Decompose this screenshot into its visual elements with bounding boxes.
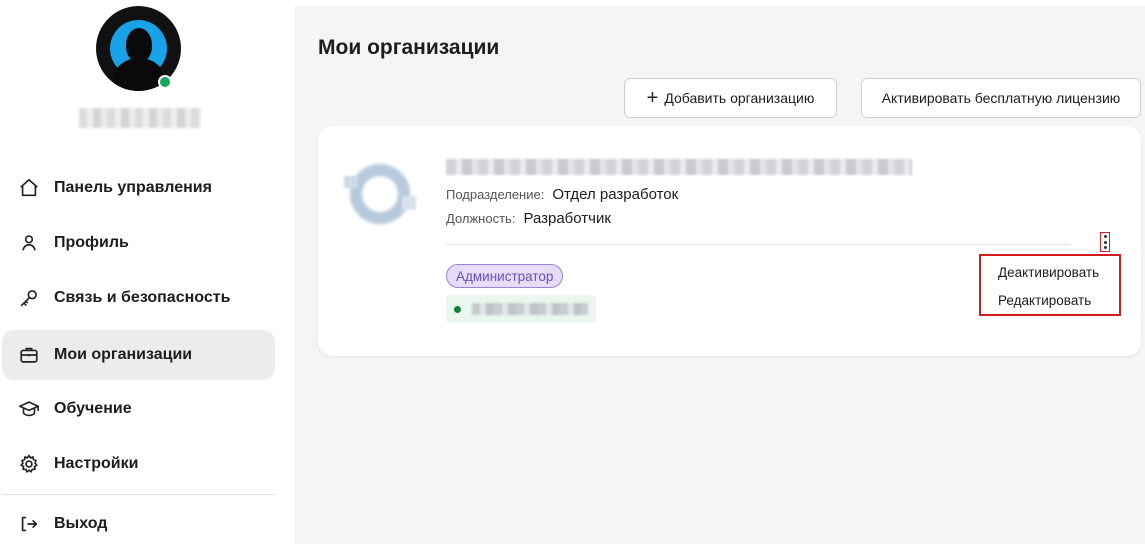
sidebar-item-dashboard[interactable]: Панель управления bbox=[2, 163, 275, 213]
sidebar-item-learning[interactable]: Обучение bbox=[2, 384, 275, 434]
online-status-dot bbox=[158, 75, 172, 89]
sidebar-item-label: Профиль bbox=[54, 234, 129, 251]
plus-icon: + bbox=[646, 87, 659, 109]
sidebar-item-logout[interactable]: Выход bbox=[2, 499, 275, 544]
sidebar-item-security[interactable]: Связь и безопасность bbox=[2, 273, 275, 323]
position-row: Должность: Разработчик bbox=[446, 210, 611, 227]
deactivate-menu-item[interactable]: Деактивировать bbox=[998, 265, 1099, 280]
add-organization-label: Добавить организацию bbox=[664, 90, 815, 106]
role-badge: Администратор bbox=[446, 264, 564, 288]
edit-menu-item[interactable]: Редактировать bbox=[998, 293, 1091, 308]
add-organization-button[interactable]: + Добавить организацию bbox=[624, 78, 837, 118]
sidebar-item-label: Выход bbox=[54, 515, 108, 532]
logout-icon bbox=[16, 511, 42, 537]
position-label: Должность: bbox=[446, 211, 516, 226]
briefcase-icon bbox=[16, 342, 42, 368]
department-value: Отдел разработок bbox=[552, 186, 679, 203]
sidebar-item-label: Мои организации bbox=[54, 346, 193, 363]
status-dot bbox=[454, 306, 461, 313]
gear-icon bbox=[16, 451, 42, 477]
status-text-redacted bbox=[472, 303, 588, 315]
context-menu: Деактивировать Редактировать bbox=[979, 254, 1121, 316]
sidebar-item-label: Панель управления bbox=[54, 179, 212, 196]
sidebar-item-organizations[interactable]: Мои организации bbox=[2, 330, 275, 380]
sidebar-divider bbox=[2, 494, 275, 495]
position-value: Разработчик bbox=[523, 210, 611, 227]
avatar-head bbox=[126, 28, 152, 62]
activate-license-button[interactable]: Активировать бесплатную лицензию bbox=[861, 78, 1141, 118]
card-divider bbox=[446, 244, 1070, 245]
sidebar-item-label: Настройки bbox=[54, 455, 139, 472]
main-content: Мои организации + Добавить организацию А… bbox=[294, 6, 1145, 544]
avatar-shoulders bbox=[114, 58, 164, 91]
sidebar-item-label: Связь и безопасность bbox=[54, 289, 231, 306]
organization-card: Подразделение: Отдел разработок Должност… bbox=[318, 126, 1141, 356]
sidebar-item-profile[interactable]: Профиль bbox=[2, 218, 275, 268]
more-options-icon[interactable] bbox=[1100, 232, 1110, 252]
sidebar-item-label: Обучение bbox=[54, 400, 132, 417]
organization-name-redacted bbox=[446, 159, 912, 175]
sidebar: Панель управления Профиль Связь и безопа… bbox=[0, 0, 294, 544]
sidebar-item-settings[interactable]: Настройки bbox=[2, 439, 275, 489]
department-label: Подразделение: bbox=[446, 187, 545, 202]
user-icon bbox=[16, 230, 42, 256]
status-chip bbox=[446, 295, 596, 323]
username-redacted bbox=[79, 108, 201, 128]
page-title: Мои организации bbox=[318, 36, 500, 59]
home-icon bbox=[16, 175, 42, 201]
key-icon bbox=[16, 285, 42, 311]
organization-logo bbox=[342, 156, 418, 232]
department-row: Подразделение: Отдел разработок bbox=[446, 186, 678, 203]
graduation-cap-icon bbox=[16, 396, 42, 422]
